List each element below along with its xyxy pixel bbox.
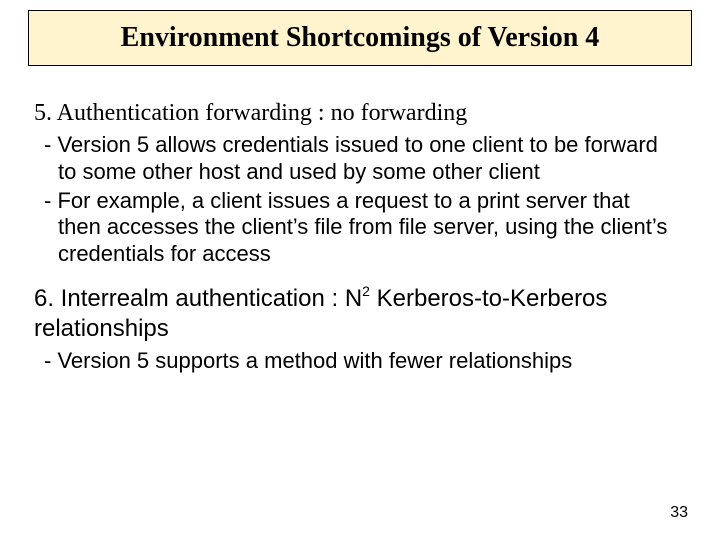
point-5-sub-2: - For example, a client issues a request… [58,188,684,268]
point-6-sub-1: - Version 5 supports a method with fewer… [58,348,684,375]
slide-body: 5. Authentication forwarding : no forwar… [34,96,684,377]
point-6-heading-exponent: 2 [362,283,370,299]
title-box: Environment Shortcomings of Version 4 [28,10,692,66]
slide: Environment Shortcomings of Version 4 5.… [0,0,720,540]
point-6-heading: 6. Interrealm authentication : N2 Kerber… [34,284,684,344]
point-6-heading-pre: 6. Interrealm authentication : N [34,285,362,312]
point-5-sub-1: - Version 5 allows credentials issued to… [58,132,684,186]
point-5-heading: 5. Authentication forwarding : no forwar… [34,98,684,128]
page-number: 33 [670,504,688,522]
slide-title: Environment Shortcomings of Version 4 [121,23,600,54]
